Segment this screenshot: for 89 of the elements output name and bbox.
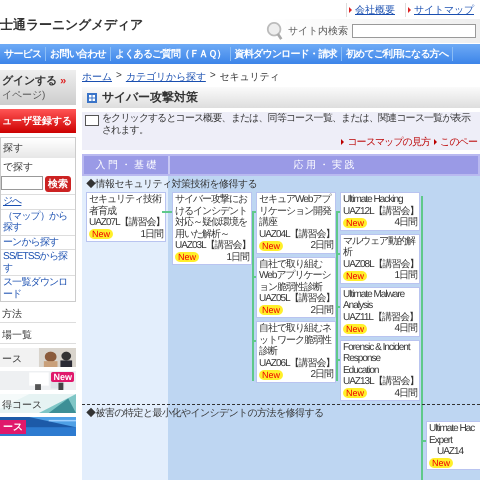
course-title: 自社で取り組むWebアプリケーション脆弱性診断 bbox=[259, 258, 332, 292]
breadcrumb-link[interactable]: カテゴリから探す bbox=[126, 70, 206, 84]
new-badge: New bbox=[51, 372, 74, 382]
course-card[interactable]: 自社で取り組むWebアプリケーション脆弱性診断 UAZ05L【講習会】 New 2日間 bbox=[256, 256, 336, 318]
course-card[interactable]: セキュリティ技術者育成 UAZ07L【講習会】 New 1日間 bbox=[86, 192, 166, 242]
section-label: ◆被害の特定と最小化やインシデントの方法を修得する bbox=[85, 406, 324, 420]
course-duration: 1日間 bbox=[226, 252, 249, 263]
course-card[interactable]: マルウェア動的解析 UAZ08L【講習会】 New 1日間 bbox=[340, 234, 420, 284]
search-button[interactable]: 検索 bbox=[45, 176, 71, 192]
register-button[interactable]: ューザ登録する bbox=[0, 109, 76, 133]
new-badge: New bbox=[343, 218, 368, 228]
panel-title: 探す bbox=[1, 138, 75, 158]
section-label: ◆情報セキュリティ対策技術を修得する bbox=[85, 178, 258, 191]
breadcrumb-link[interactable]: ホーム bbox=[82, 70, 112, 84]
course-title: セキュリティ技術者育成 bbox=[89, 194, 162, 216]
new-badge: New bbox=[343, 388, 368, 398]
course-code: UAZ04L【講習会】 bbox=[259, 228, 333, 240]
course-title: Ultimate Hac Expert bbox=[429, 423, 476, 446]
sidebar-link[interactable]: ス一覧ダウンロード bbox=[1, 275, 75, 301]
search-label: サイト内検索 bbox=[288, 24, 348, 38]
new-badge: New bbox=[343, 270, 368, 281]
course-code: UAZ03L【講習会】 bbox=[175, 240, 249, 252]
course-title: Forensic & Incident Response Education bbox=[343, 342, 412, 376]
hint-text: をクリックするとコース概要、または、同等コース一覧、または、関連コース一覧が表示されます。 bbox=[102, 113, 472, 136]
sidebar-link[interactable]: ーンから探す bbox=[1, 234, 75, 249]
course-title: Ultimate Hacking bbox=[343, 194, 404, 206]
new-badge: New bbox=[343, 324, 368, 334]
course-card[interactable]: Ultimate Hacking UAZ12L【講習会】 New 4日間 bbox=[340, 192, 420, 230]
sidebar-item[interactable]: 場一覧 bbox=[0, 327, 76, 344]
breadcrumb-separator: > bbox=[116, 70, 122, 83]
breadcrumb-separator: > bbox=[210, 70, 216, 83]
level-header: 応 用 ・ 実 践 bbox=[170, 156, 478, 174]
new-badge: New bbox=[259, 240, 284, 251]
course-code: UAZ12L【講習会】 bbox=[343, 206, 417, 217]
course-duration: 1日間 bbox=[140, 228, 163, 240]
course-title: 自社で取り組むネットワーク脆弱性診断 bbox=[259, 323, 332, 358]
new-badge: New bbox=[259, 370, 284, 380]
course-code: UAZ13L【講習会】 bbox=[343, 376, 417, 388]
course-duration: 4日間 bbox=[394, 323, 417, 334]
course-code: UAZ05L【講習会】 bbox=[259, 293, 333, 304]
course-title: Ultimate Malware Analysis bbox=[343, 288, 406, 312]
promo-banner[interactable]: ース bbox=[0, 417, 76, 436]
help-link[interactable]: このペー bbox=[434, 137, 477, 149]
keyword-field[interactable] bbox=[1, 176, 43, 190]
search-caption: で探す bbox=[2, 161, 34, 175]
course-title: セキュアWebアプリケーション開発講座 bbox=[259, 194, 332, 228]
course-duration: 2日間 bbox=[310, 240, 333, 252]
header-link[interactable]: 会社概要 bbox=[346, 3, 395, 17]
course-code: UAZ11L【講習会】 bbox=[343, 312, 417, 323]
page-title: サイバー攻撃対策 bbox=[102, 89, 198, 106]
course-card[interactable]: セキュアWebアプリケーション開発講座 UAZ04L【講習会】 New 2日間 bbox=[256, 192, 336, 254]
course-code: UAZ06L【講習会】 bbox=[259, 358, 333, 369]
login-button[interactable]: グインする » イページ) bbox=[0, 70, 76, 105]
search-icon bbox=[266, 21, 284, 41]
sidebar-link[interactable]: ジへ bbox=[1, 194, 75, 208]
new-badge: New bbox=[89, 229, 114, 240]
sidebar-link[interactable]: SS/ETSSから探す bbox=[1, 249, 75, 275]
promo-banner[interactable]: ース bbox=[0, 348, 76, 367]
course-duration: 2日間 bbox=[310, 369, 333, 380]
site-logo[interactable]: 士通ラーニングメディア bbox=[0, 16, 143, 34]
level-header: 入 門 ・ 基 礎 bbox=[84, 156, 170, 174]
sidebar-link[interactable]: （マップ）から探す bbox=[1, 208, 75, 234]
course-duration: 4日間 bbox=[394, 388, 417, 399]
new-badge: New bbox=[259, 305, 284, 316]
course-duration: 2日間 bbox=[310, 304, 333, 316]
course-card[interactable]: Ultimate Malware Analysis UAZ11L【講習会】 New 4日間 bbox=[340, 286, 420, 336]
course-code: UAZ07L【講習会】 bbox=[89, 217, 163, 228]
sample-box-icon bbox=[85, 115, 99, 126]
banner-text: 得コース bbox=[2, 399, 42, 412]
banner-text: ース bbox=[2, 353, 22, 366]
course-code: UAZ08L【講習会】 bbox=[343, 258, 417, 270]
new-badge: New bbox=[175, 252, 200, 262]
breadcrumb-current: セキュリティ bbox=[220, 71, 280, 84]
course-duration: 4日間 bbox=[394, 217, 417, 228]
course-card[interactable]: 自社で取り組むネットワーク脆弱性診断 UAZ06L【講習会】 New 2日間 bbox=[256, 321, 336, 382]
course-duration: 1日間 bbox=[394, 270, 417, 282]
grid-icon bbox=[87, 92, 97, 102]
course-title: サイバー攻撃におけるインシデント対応～疑似環境を用いた解析～ bbox=[175, 194, 248, 240]
course-title: マルウェア動的解析 bbox=[343, 236, 416, 258]
course-card[interactable]: Forensic & Incident Response Education UAZ13L【講習会】 New 4日間 bbox=[340, 340, 420, 401]
sidebar-item[interactable]: 方法 bbox=[0, 306, 76, 323]
promo-banner[interactable]: 得コース bbox=[0, 394, 76, 413]
header-link[interactable]: サイトマップ bbox=[405, 3, 474, 17]
banner-tag: ース bbox=[0, 420, 26, 434]
help-link[interactable]: コースマップの見方 bbox=[341, 137, 430, 149]
new-badge: New bbox=[429, 458, 454, 468]
search-field[interactable] bbox=[352, 24, 476, 38]
promo-banner[interactable]: New bbox=[0, 371, 76, 390]
course-code: UAZ14 bbox=[436, 446, 465, 458]
